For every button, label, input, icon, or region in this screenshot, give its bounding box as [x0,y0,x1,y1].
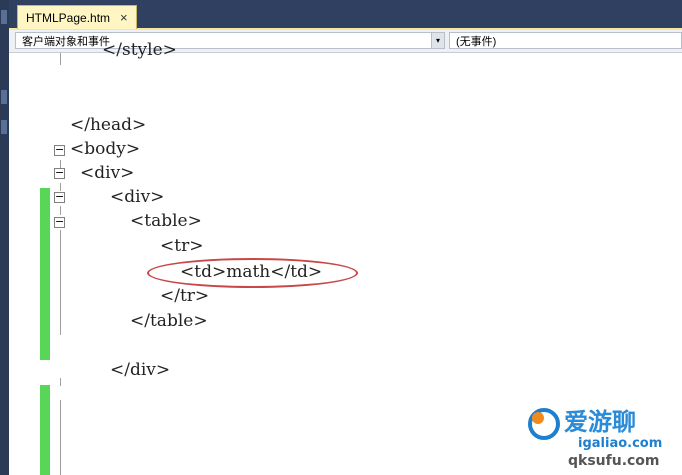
watermark: 爱游聊 igaliao.com qksufu.com [520,398,682,475]
dropdown-arrow-icon[interactable]: ▾ [431,33,444,48]
code-line[interactable]: </table> [130,311,208,331]
code-line[interactable]: <div> [110,187,164,207]
collapse-toggle-icon[interactable]: − [54,144,65,156]
events-dropdown[interactable]: (无事件) [449,32,682,49]
document-tab-bar: HTMLPage.htm × [9,0,682,30]
collapse-toggle-icon[interactable]: − [54,167,65,179]
toolbox-tab[interactable] [1,90,7,104]
code-line[interactable]: <div> [80,163,134,183]
code-line[interactable]: </style> [102,40,177,60]
outline-line [60,53,61,65]
editor-left-margin [9,53,42,475]
code-line[interactable]: </tr> [160,286,209,306]
watermark-url: igaliao.com [578,436,663,451]
code-line[interactable]: <body> [70,139,140,159]
tab-title: HTMLPage.htm [26,10,111,25]
toolbox-tab[interactable] [1,10,7,24]
client-objects-label: 客户端对象和事件 [22,35,110,48]
code-line[interactable]: <tr> [160,236,203,256]
close-icon[interactable]: × [120,10,128,25]
client-objects-events-dropdown[interactable]: 客户端对象和事件 ▾ [15,32,445,49]
events-label: (无事件) [456,35,497,48]
tab-htmlpage[interactable]: HTMLPage.htm × [17,5,137,29]
watermark-title: 爱游聊 [564,408,636,436]
code-line[interactable]: <table> [130,211,202,231]
outline-line [60,230,61,335]
outline-line [60,400,61,475]
change-tracking-bar [40,385,50,475]
watermark-domain: qksufu.com [568,453,660,469]
outline-line [60,378,61,386]
toolbox-tab[interactable] [1,120,7,134]
change-tracking-bar [40,188,50,360]
collapse-toggle-icon[interactable]: − [54,216,65,228]
code-line[interactable]: </div> [110,360,170,380]
watermark-logo-icon [528,408,560,440]
highlight-ellipse [147,258,358,288]
code-line[interactable]: </head> [70,115,146,135]
collapse-toggle-icon[interactable]: − [54,191,65,203]
left-toolbox-strip [0,0,9,475]
outline-line [60,206,61,215]
